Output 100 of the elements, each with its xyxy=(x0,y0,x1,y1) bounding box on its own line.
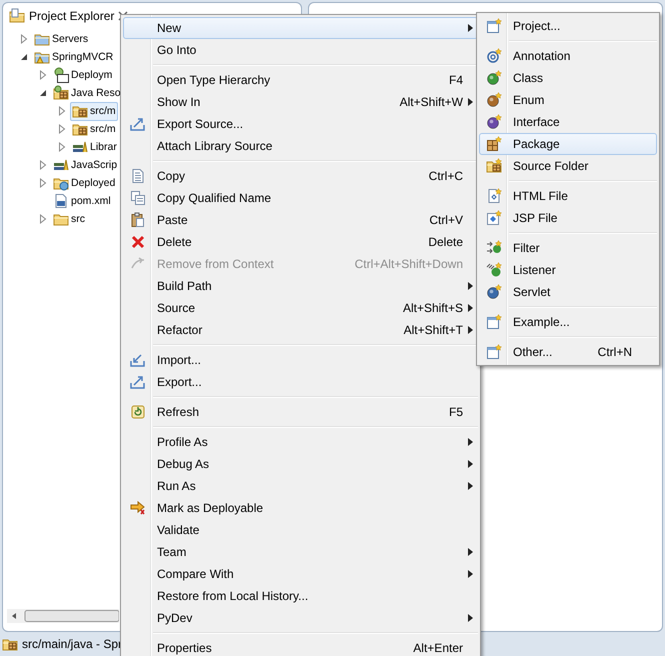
expand-toggle-icon[interactable] xyxy=(56,105,68,117)
shortcut-label: Alt+Shift+T xyxy=(402,323,463,337)
shortcut-label: Ctrl+V xyxy=(428,213,463,227)
shortcut-label: F5 xyxy=(448,405,463,419)
html-file-icon xyxy=(486,188,502,204)
menu-item[interactable]: Example... xyxy=(479,311,657,333)
menu-item[interactable]: New xyxy=(123,17,478,39)
menu-item[interactable]: Listener xyxy=(479,259,657,281)
menu-item[interactable]: Paste Ctrl+V xyxy=(123,209,478,231)
menu-item[interactable]: Debug As xyxy=(123,453,478,475)
shortcut-label: Ctrl+Alt+Shift+Down xyxy=(354,257,463,271)
expand-toggle-icon[interactable] xyxy=(37,159,49,171)
menu-item[interactable]: Servlet xyxy=(479,281,657,303)
interface-icon xyxy=(486,114,502,130)
menu-item[interactable]: Delete Delete xyxy=(123,231,478,253)
new-wizard-icon xyxy=(486,344,502,360)
menu-item[interactable]: Properties Alt+Enter xyxy=(123,637,478,656)
export-icon xyxy=(130,374,146,390)
menu-item[interactable]: Refresh F5 xyxy=(123,401,478,423)
delete-icon xyxy=(130,234,146,250)
menu-item[interactable]: Show In Alt+Shift+W xyxy=(123,91,478,113)
menu-item[interactable]: Refactor Alt+Shift+T xyxy=(123,319,478,341)
menu-item[interactable]: Source Folder xyxy=(479,155,657,177)
menu-item[interactable]: Team xyxy=(123,541,478,563)
menu-item[interactable]: Interface xyxy=(479,111,657,133)
package-folder-icon xyxy=(53,85,69,101)
xml-file-icon xyxy=(53,193,69,209)
menu-item[interactable]: Import... xyxy=(123,349,478,371)
tree-item[interactable]: Java Reso xyxy=(51,84,123,102)
horizontal-scrollbar[interactable] xyxy=(7,609,119,623)
menu-item[interactable]: Export... xyxy=(123,371,478,393)
listener-icon xyxy=(486,262,502,278)
new-wizard-icon xyxy=(486,18,502,34)
menu-item[interactable]: Compare With xyxy=(123,563,478,585)
paste-icon xyxy=(130,212,146,228)
menu-item[interactable]: Annotation xyxy=(479,45,657,67)
expand-toggle-icon[interactable] xyxy=(37,177,49,189)
menu-item[interactable]: JSP File xyxy=(479,207,657,229)
deploy-icon xyxy=(130,500,146,516)
menu-item[interactable]: Copy Ctrl+C xyxy=(123,165,478,187)
menu-item[interactable]: Class xyxy=(479,67,657,89)
menu-item[interactable]: Open Type Hierarchy F4 xyxy=(123,69,478,91)
menu-item[interactable]: HTML File xyxy=(479,185,657,207)
menu-item[interactable]: Filter xyxy=(479,237,657,259)
expand-toggle-icon[interactable] xyxy=(37,213,49,225)
annotation-icon xyxy=(486,48,502,64)
menu-item[interactable]: Go Into xyxy=(123,39,478,61)
tree-item[interactable]: pom.xml xyxy=(51,192,113,210)
tree-item[interactable]: src/m xyxy=(70,120,118,138)
shortcut-label: Delete xyxy=(427,235,463,249)
menu-item[interactable]: Validate xyxy=(123,519,478,541)
menu-item[interactable]: Profile As xyxy=(123,431,478,453)
expand-toggle-icon[interactable] xyxy=(56,123,68,135)
status-text: src/main/java - Spr xyxy=(22,637,122,651)
shortcut-label: Ctrl+C xyxy=(428,169,463,183)
tree-item[interactable]: JavaScrip xyxy=(51,156,120,174)
shortcut-label: Alt+Shift+S xyxy=(402,301,463,315)
filter-icon xyxy=(486,240,502,256)
shortcut-label: Alt+Shift+W xyxy=(398,95,463,109)
menu-item[interactable]: Copy Qualified Name xyxy=(123,187,478,209)
tree-item[interactable]: Deployed xyxy=(51,174,118,192)
tree-item[interactable]: src/m xyxy=(70,102,118,120)
library-icon xyxy=(53,157,69,173)
menu-item[interactable]: Restore from Local History... xyxy=(123,585,478,607)
descriptor-icon xyxy=(53,67,69,83)
servlet-icon xyxy=(486,284,502,300)
expand-toggle-icon[interactable] xyxy=(56,141,68,153)
view-title[interactable]: Project Explorer xyxy=(29,9,114,23)
menu-item[interactable]: Mark as Deployable xyxy=(123,497,478,519)
export-icon xyxy=(130,116,146,132)
import-icon xyxy=(130,352,146,368)
menu-item[interactable]: Attach Library Source xyxy=(123,135,478,157)
menu-item[interactable]: Source Alt+Shift+S xyxy=(123,297,478,319)
menu-item[interactable]: Run As xyxy=(123,475,478,497)
menu-item[interactable]: Other... Ctrl+N xyxy=(479,341,657,363)
menu-item[interactable]: Export Source... xyxy=(123,113,478,135)
menu-item[interactable]: PyDev xyxy=(123,607,478,629)
tree-item[interactable]: Librar xyxy=(70,138,119,156)
tree-item[interactable]: Deploym xyxy=(51,66,114,84)
tree-item[interactable]: src xyxy=(51,210,87,228)
library-icon xyxy=(72,139,88,155)
shortcut-label: Ctrl+N xyxy=(596,345,633,359)
shortcut-label: Alt+Enter xyxy=(412,641,463,655)
expand-toggle-icon[interactable] xyxy=(18,33,30,45)
menu-item[interactable]: Project... xyxy=(479,15,657,37)
source-folder-icon xyxy=(486,158,502,174)
class-icon xyxy=(486,70,502,86)
tree-item[interactable]: SpringMVCR xyxy=(32,48,116,66)
copy-icon xyxy=(130,190,146,206)
menu-item[interactable]: Package xyxy=(479,133,657,155)
jsp-file-icon xyxy=(486,210,502,226)
copy-icon xyxy=(130,168,146,184)
explorer-icon xyxy=(9,8,25,24)
menu-item[interactable]: Build Path xyxy=(123,275,478,297)
enum-icon xyxy=(486,92,502,108)
tree-item[interactable]: Servers xyxy=(32,30,90,48)
menu-item[interactable]: Enum xyxy=(479,89,657,111)
package-icon xyxy=(486,136,502,152)
expand-toggle-icon[interactable] xyxy=(37,69,49,81)
new-wizard-icon xyxy=(486,314,502,330)
